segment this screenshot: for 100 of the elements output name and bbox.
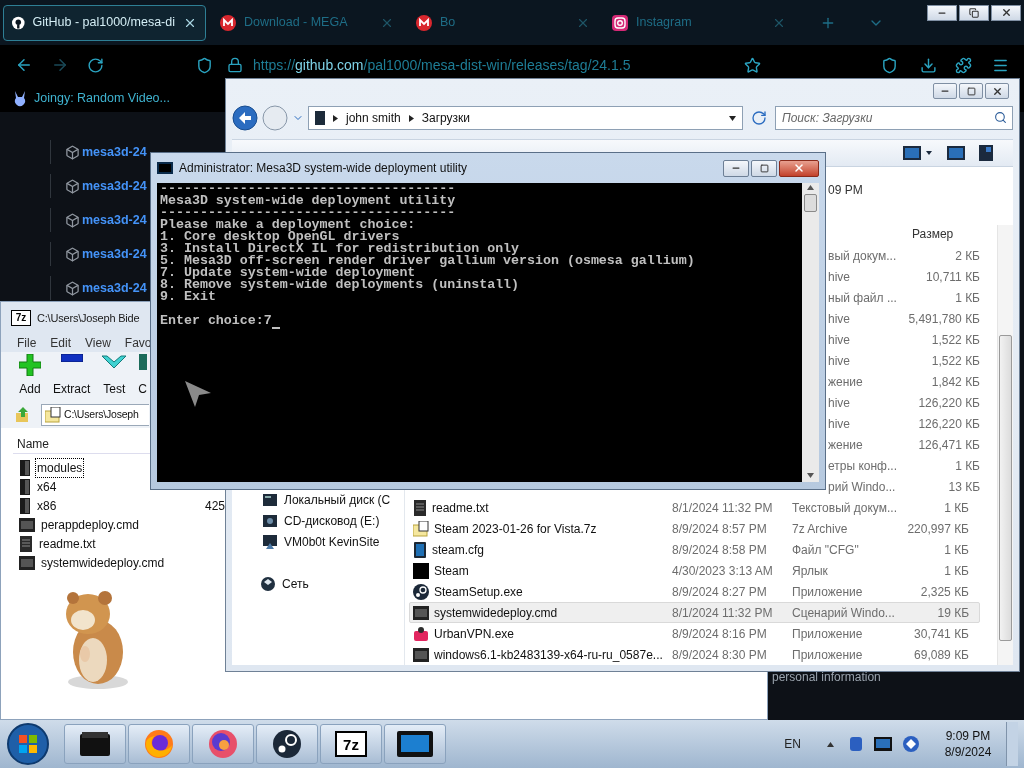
close-button[interactable] (779, 159, 819, 177)
taskbar-app-button[interactable] (256, 724, 318, 764)
release-asset-row[interactable]: mesa3d-24 (50, 140, 150, 164)
reload-icon[interactable] (87, 56, 104, 74)
toolbar-button[interactable]: Add (19, 354, 41, 398)
scrollbar-thumb[interactable] (804, 194, 817, 212)
menu-item[interactable]: File (17, 334, 37, 352)
taskbar-app-button[interactable] (128, 724, 190, 764)
file-row[interactable]: SteamSetup.exe 8/9/2024 8:27 PM Приложение 2,325 КБ (409, 581, 980, 602)
asset-link[interactable]: mesa3d-24 (82, 244, 147, 264)
menu-item[interactable]: View (85, 334, 111, 352)
file-name[interactable]: systemwidedeploy.cmd (39, 553, 167, 572)
navigation-item[interactable]: Сеть (282, 574, 309, 593)
file-row[interactable]: steam.cfg 8/9/2024 8:58 PM Файл "CFG" 1 КБ (409, 539, 980, 560)
scroll-up-icon[interactable] (807, 185, 814, 190)
release-asset-row[interactable]: mesa3d-24 (50, 242, 150, 266)
address-bar[interactable]: john smith Загрузки (308, 106, 743, 131)
back-icon[interactable] (232, 105, 258, 132)
file-type: Файл "CFG" (792, 541, 860, 559)
file-row[interactable]: Steam 4/30/2023 3:13 AM Ярлык 1 КБ (409, 560, 980, 581)
shield-icon[interactable] (196, 56, 213, 74)
help-icon[interactable] (979, 144, 993, 161)
scroll-down-icon[interactable] (807, 473, 814, 478)
file-row[interactable]: UrbanVPN.exe 8/9/2024 8:16 PM Приложение 30,741 КБ (409, 623, 980, 644)
toolbar-button[interactable]: Test (102, 354, 127, 398)
file-size: 1 КБ (954, 457, 980, 475)
scrollbar-thumb[interactable] (999, 335, 1012, 641)
file-name[interactable]: perappdeploy.cmd (39, 515, 141, 534)
file-name[interactable]: x64 (35, 477, 59, 496)
asset-link[interactable]: mesa3d-24 (82, 142, 147, 162)
file-row[interactable]: Steam 2023-01-26 for Vista.7z 8/9/2024 8:57 PM 7z Archive 220,997 КБ (409, 518, 980, 539)
close-button[interactable] (991, 4, 1021, 21)
toolbar-button[interactable]: Extract (53, 354, 91, 398)
steam-icon (272, 729, 302, 759)
taskbar-app-button[interactable] (384, 724, 446, 764)
tray-icon[interactable] (848, 736, 864, 752)
monitor-icon[interactable] (874, 737, 892, 751)
column-header[interactable]: Name (17, 434, 49, 453)
language-indicator[interactable]: EN (784, 735, 801, 753)
disc-drive-icon (262, 512, 278, 529)
path-field[interactable]: C:\Users\Joseph (41, 404, 149, 426)
menu-item[interactable]: Edit (50, 334, 72, 352)
navigation-item[interactable]: CD-дисковод (E:) (284, 511, 380, 530)
chevron-right-icon[interactable] (333, 114, 338, 122)
file-row[interactable]: systemwidedeploy.cmd 8/1/2024 11:32 PM Сценарий Windo... 19 КБ (409, 602, 980, 623)
scrollbar[interactable] (802, 183, 819, 482)
refresh-icon[interactable] (751, 110, 767, 127)
bookmark-link[interactable]: Joingy: Random Video... (34, 89, 170, 108)
file-name[interactable]: modules (35, 457, 85, 478)
tray-expand-icon[interactable] (827, 741, 834, 747)
breadcrumb-item[interactable]: Загрузки (421, 109, 470, 128)
taskbar-app-button[interactable] (192, 724, 254, 764)
checkmark-icon (102, 354, 127, 370)
release-asset-row[interactable]: mesa3d-24 (50, 276, 150, 300)
instagram-icon (612, 14, 628, 31)
maximize-button[interactable] (959, 83, 983, 100)
app-logo: 7z (11, 310, 31, 326)
maximize-button[interactable] (751, 159, 777, 177)
browser-tab[interactable]: GitHub - pal1000/mesa-di (3, 4, 206, 41)
back-icon[interactable] (15, 56, 33, 74)
network-icon[interactable] (902, 735, 920, 753)
firefox-icon (144, 729, 174, 759)
clock[interactable]: 9:09 PM 8/9/2024 (938, 728, 998, 760)
asset-link[interactable]: mesa3d-24 (82, 176, 147, 196)
preview-pane-icon[interactable] (947, 145, 965, 160)
window-title: Administrator: Mesa3D system-wide deployment utility (179, 160, 468, 177)
file-name[interactable]: x86 (35, 496, 59, 515)
search-field[interactable]: Поиск: Загрузки (775, 106, 1013, 131)
file-name[interactable]: readme.txt (37, 534, 98, 553)
release-asset-row[interactable]: mesa3d-24 (50, 208, 150, 232)
extensions-icon[interactable] (955, 56, 972, 74)
file-row[interactable]: windows6.1-kb2483139-x64-ru-ru_0587e... 8/9/2024 8:30 PM Приложение 69,089 КБ (409, 644, 980, 665)
search-icon (994, 111, 1007, 125)
file-row[interactable]: readme.txt 8/1/2024 11:32 PM Текстовый докум... 1 КБ (409, 497, 980, 518)
start-button[interactable] (6, 722, 50, 766)
script-icon (19, 517, 35, 532)
dropdown-icon[interactable] (729, 115, 736, 121)
scrollbar[interactable] (997, 225, 1013, 665)
navigation-item[interactable]: Локальный диск (C (284, 490, 391, 509)
chevron-right-icon[interactable] (408, 114, 414, 122)
lock-icon[interactable] (227, 57, 243, 73)
view-icon[interactable] (903, 145, 933, 160)
taskbar-app-button[interactable] (64, 724, 126, 764)
asset-link[interactable]: mesa3d-24 (82, 210, 147, 230)
asset-link[interactable]: mesa3d-24 (82, 278, 147, 298)
toolbar-button[interactable]: C (138, 354, 147, 398)
release-asset-row[interactable]: mesa3d-24 (50, 174, 150, 198)
navigation-item[interactable]: VM0b0t KevinSite (284, 532, 380, 551)
taskbar-app-button[interactable]: 7z (320, 724, 382, 764)
restore-button[interactable] (959, 4, 989, 21)
breadcrumb-item[interactable]: john smith (346, 109, 401, 128)
download-icon[interactable] (920, 56, 937, 74)
terminal-icon (78, 730, 112, 758)
column-header[interactable]: Размер (912, 225, 954, 243)
close-button[interactable] (985, 83, 1009, 100)
bookmark-star-icon[interactable] (744, 56, 761, 74)
file-size: 13 КБ (947, 478, 980, 496)
file-type: 7z Archive (792, 520, 849, 538)
folder-up-icon[interactable] (15, 407, 31, 423)
minimize-button[interactable] (927, 4, 957, 21)
